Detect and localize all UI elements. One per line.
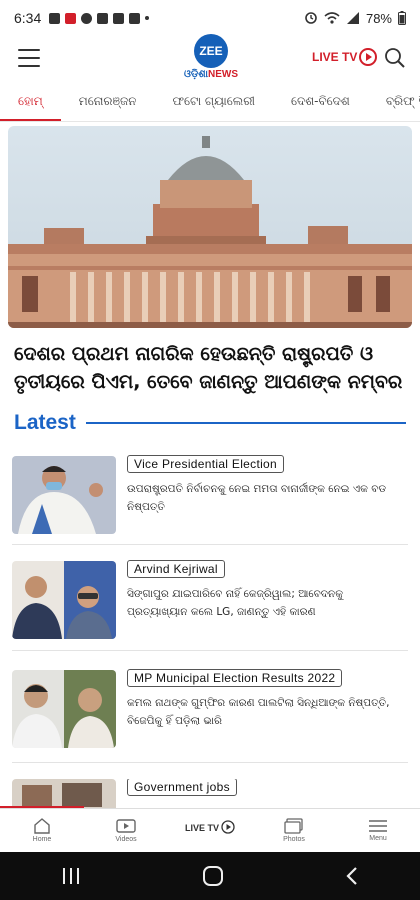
notification-icon	[113, 12, 125, 24]
news-tag[interactable]: Vice Presidential Election	[127, 455, 284, 473]
news-item[interactable]: Government jobs	[12, 779, 408, 809]
news-headline[interactable]: କମଲ ନାଥଙ୍କ ଗୁମ୍ଫିର କାରଣ ପାଲଟିଲା ସିନ୍ଧିଆଙ…	[127, 694, 405, 730]
tab-nation-world[interactable]: ଦେଶ-ବିଦେଶ	[273, 84, 368, 121]
notification-icon	[49, 12, 61, 24]
news-item[interactable]: MP Municipal Election Results 2022 କମଲ ନ…	[12, 669, 408, 766]
video-icon	[116, 819, 136, 833]
news-tag[interactable]: Government jobs	[127, 779, 237, 796]
play-icon	[359, 48, 378, 66]
photos-icon	[284, 818, 303, 834]
nav-menu[interactable]: Menu	[336, 809, 420, 852]
nav-photos-label: Photos	[283, 836, 305, 843]
tab-brief[interactable]: ବ୍ରିଫ୍ ସି	[368, 84, 420, 121]
logo-text: ZEE	[194, 34, 228, 68]
live-tv-button[interactable]: LIVE TV	[312, 48, 378, 66]
back-icon[interactable]	[345, 866, 359, 886]
recent-apps-icon[interactable]	[61, 867, 81, 885]
zee-odisha-news-logo[interactable]: ZEE ଓଡ଼ିଶାNEWS	[168, 34, 254, 84]
news-headline[interactable]: ସିଙ୍ଗାପୁର ଯାଇପାରିବେ ନାହିଁ କେଜ୍ରିୱାଲ; ଆବେ…	[127, 585, 405, 621]
nav-videos-label: Videos	[115, 836, 137, 843]
app-screen: 6:34 78% ZEE ଓଡ଼ିଶାNEWS LIVE TV ହୋମ୍ ମନୋ…	[0, 0, 420, 900]
tab-entertainment[interactable]: ମନୋରଞ୍ଜନ	[61, 84, 155, 121]
signal-icon	[346, 12, 359, 24]
news-item[interactable]: Arvind Kejriwal ସିଙ୍ଗାପୁର ଯାଇପାରିବେ ନାହି…	[12, 560, 408, 657]
play-circle-icon	[221, 819, 235, 834]
bottom-navigation: Home Videos LIVE TV Photos Menu	[0, 808, 420, 852]
news-thumbnail	[12, 779, 116, 809]
home-button-icon[interactable]	[202, 865, 224, 887]
menu-icon	[369, 820, 387, 832]
news-item[interactable]: Vice Presidential Election ଉପରାଷ୍ଟ୍ରପତି …	[12, 455, 408, 552]
search-icon[interactable]	[384, 47, 406, 69]
alarm-icon	[305, 12, 317, 24]
notification-icon	[65, 12, 77, 24]
nav-photos[interactable]: Photos	[252, 809, 336, 852]
nav-home[interactable]: Home	[0, 809, 84, 852]
nav-live-tv[interactable]: LIVE TV	[168, 809, 252, 852]
latest-section-header: Latest	[14, 408, 406, 438]
app-header: ZEE ଓଡ଼ିଶାNEWS LIVE TV	[0, 34, 420, 84]
notification-icon	[129, 12, 141, 24]
nav-live-tv-label: LIVE TV	[184, 822, 219, 833]
hamburger-menu-icon[interactable]	[18, 49, 40, 67]
news-tag[interactable]: Arvind Kejriwal	[127, 560, 225, 578]
tab-photo-gallery[interactable]: ଫଟୋ ଗ୍ୟାଲେରୀ	[155, 84, 273, 121]
nav-menu-label: Menu	[369, 835, 387, 842]
logo-sub-odia: ଓଡ଼ିଶା	[183, 69, 209, 80]
system-navigation-bar	[0, 852, 420, 900]
hero-headline[interactable]: ଦେଶର ପ୍ରଥମ ନାଗରିକ ହେଉଛନ୍ତି ରାଷ୍ଟ୍ରପତି ଓ …	[14, 340, 408, 396]
news-thumbnail	[12, 456, 116, 534]
divider-line	[85, 422, 406, 424]
wifi-icon	[324, 12, 340, 24]
news-tag[interactable]: MP Municipal Election Results 2022	[127, 669, 343, 687]
tab-home[interactable]: ହୋମ୍	[0, 84, 61, 121]
hero-image[interactable]	[8, 126, 412, 328]
news-thumbnail	[12, 670, 116, 748]
divider	[12, 544, 408, 545]
nav-videos[interactable]: Videos	[84, 809, 168, 852]
home-icon	[34, 818, 50, 834]
notification-icon	[97, 12, 109, 24]
latest-heading: Latest	[14, 411, 76, 434]
live-tv-label: LIVE TV	[312, 50, 358, 64]
category-tabs: ହୋମ୍ ମନୋରଞ୍ଜନ ଫଟୋ ଗ୍ୟାଲେରୀ ଦେଶ-ବିଦେଶ ବ୍ର…	[0, 84, 420, 122]
more-notifications-icon	[145, 16, 150, 20]
status-time: 6:34	[14, 10, 42, 26]
nav-home-label: Home	[32, 836, 52, 843]
divider	[12, 762, 408, 763]
news-thumbnail	[12, 561, 116, 639]
status-bar: 6:34 78%	[0, 0, 420, 36]
divider	[12, 650, 408, 651]
battery-icon	[398, 11, 406, 25]
news-headline[interactable]: ଉପରାଷ୍ଟ୍ରପତି ନିର୍ବାଚନକୁ ନେଇ ମମତା ବାନାର୍ଜ…	[127, 480, 405, 516]
notification-icons	[49, 12, 150, 24]
logo-sub-news: NEWS	[208, 69, 239, 80]
battery-level: 78%	[365, 10, 392, 26]
notification-icon	[81, 12, 93, 24]
